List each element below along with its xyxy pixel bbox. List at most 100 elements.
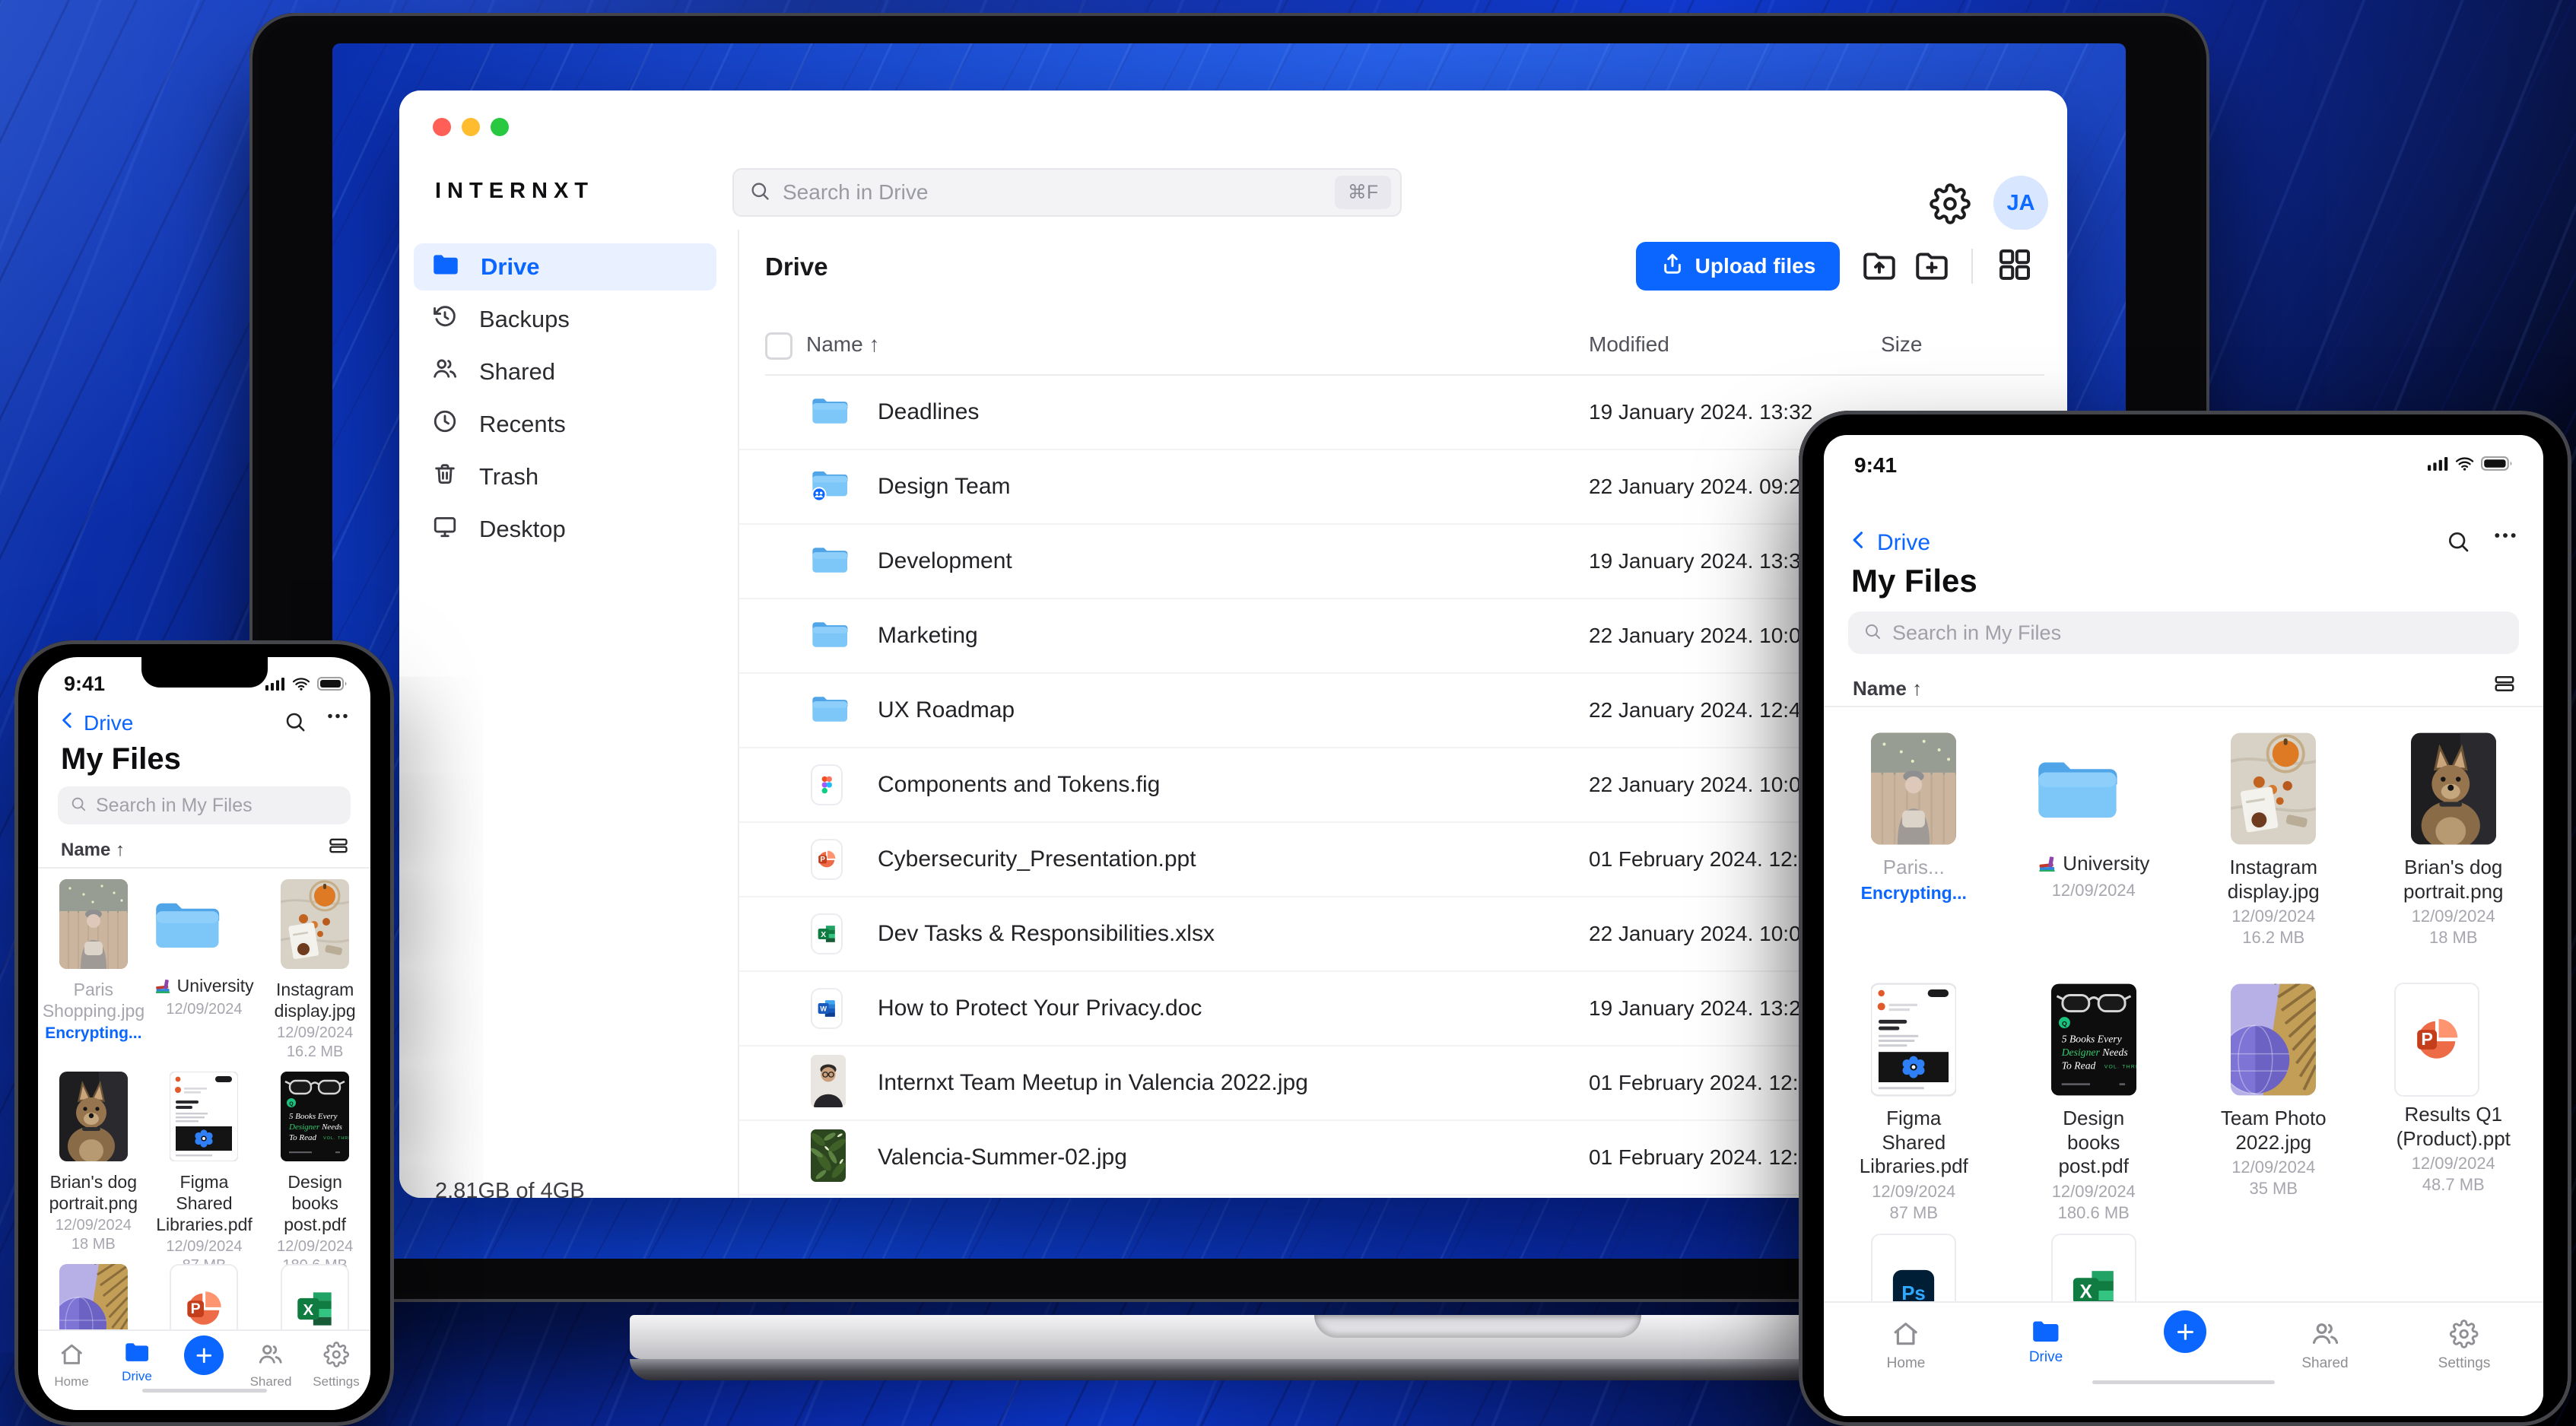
item-name: Brian's dog portrait.png: [2403, 856, 2504, 903]
sidebar-item-desktop[interactable]: Desktop: [414, 506, 716, 553]
back-to-drive-button[interactable]: Drive: [58, 710, 133, 735]
dog-thumbnail: [43, 1072, 145, 1165]
sidebar-item-backups[interactable]: Backups: [414, 296, 716, 343]
add-new-button[interactable]: [184, 1335, 224, 1375]
grid-item-paris[interactable]: Paris... Encrypting...: [1854, 710, 1973, 961]
grid-item-brian-s-dog-portrait-png[interactable]: Brian's dog portrait.png 12/09/2024 18 MB: [2394, 710, 2513, 961]
close-window-button[interactable]: [433, 118, 451, 136]
file-name: Design Team: [878, 474, 1011, 499]
search-input[interactable]: [781, 179, 1335, 205]
file-modified: 22 January 2024. 10:08: [1589, 624, 1813, 647]
sidebar-item-label: Shared: [479, 358, 555, 385]
grid-item-university[interactable]: University 12/09/2024: [2034, 710, 2153, 961]
tab-home[interactable]: Home: [1887, 1320, 1925, 1372]
grid-item-paris-shopping-jpg[interactable]: Paris Shopping.jpg Encrypting...: [43, 872, 145, 1064]
sort-by-name[interactable]: Name ↑: [61, 840, 125, 861]
search-icon[interactable]: [284, 710, 307, 737]
upload-files-button[interactable]: Upload files: [1636, 242, 1840, 291]
status-icons: [265, 677, 348, 691]
sidebar-item-drive[interactable]: Drive: [414, 243, 716, 291]
settings-gear-icon: [313, 1342, 359, 1371]
sidebar-item-recents[interactable]: Recents: [414, 401, 716, 448]
grid-item-design-books-post-pdf[interactable]: Q 5 Books Every Designer Needs To Read V…: [264, 1064, 366, 1274]
more-options-icon[interactable]: [2493, 529, 2517, 545]
teamphoto-thumbnail: [2214, 983, 2333, 1100]
minimize-window-button[interactable]: [462, 118, 480, 136]
tab-shared[interactable]: Shared: [2301, 1320, 2349, 1372]
zoom-window-button[interactable]: [491, 118, 509, 136]
file-modified: 22 January 2024. 09:25: [1589, 475, 1813, 498]
search-input[interactable]: [94, 793, 342, 818]
grid-item-design-books-post-pdf[interactable]: Q 5 Books Every Designer Needs To Read V…: [2034, 961, 2153, 1222]
tab-home[interactable]: Home: [54, 1342, 89, 1389]
file-name: How to Protect Your Privacy.doc: [878, 996, 1202, 1021]
settings-gear-icon[interactable]: [1930, 183, 1971, 224]
back-to-drive-button[interactable]: Drive: [1848, 529, 1930, 557]
drive-folder-icon: [122, 1342, 152, 1366]
upload-icon: [1660, 252, 1685, 281]
tab-drive[interactable]: Drive: [2029, 1320, 2063, 1366]
column-modified[interactable]: Modified: [1589, 332, 1669, 357]
svg-text:To Read: To Read: [289, 1133, 316, 1142]
tab-settings[interactable]: Settings: [313, 1342, 360, 1389]
table-header: Name ↑ Modified Size: [739, 332, 2067, 376]
grid-item-figma-shared-libraries-pdf[interactable]: Figma Shared Libraries.pdf12/09/202487 M…: [153, 1064, 255, 1274]
search-input[interactable]: [1891, 620, 2504, 646]
drive-search-bar[interactable]: ⌘F: [732, 168, 1402, 217]
select-all-checkbox[interactable]: [765, 332, 792, 360]
ppt-icon: P: [811, 839, 843, 880]
svg-text:Designer Needs: Designer Needs: [2060, 1046, 2127, 1058]
folder-shared-icon: [811, 468, 849, 507]
item-date: 12/09/2024: [2411, 907, 2495, 926]
list-view-icon[interactable]: [2493, 672, 2516, 699]
grid-item-figma-shared-libraries-pdf[interactable]: Figma Shared Libraries.pdf12/09/202487 M…: [1854, 961, 1973, 1222]
item-name: Instagram display.jpg: [2227, 856, 2320, 903]
drive-folder-icon: [2029, 1320, 2063, 1346]
column-name[interactable]: Name ↑: [806, 332, 879, 357]
sort-by-name[interactable]: Name ↑: [1853, 677, 1922, 700]
figma-icon: [811, 764, 843, 805]
grid-item-brian-s-dog-portrait-png[interactable]: Brian's dog portrait.png 12/09/2024 18 MB: [43, 1064, 145, 1256]
grid-item-instagram-display-jpg[interactable]: Instagram display.jpg 12/09/2024 16.2 MB: [2214, 710, 2333, 961]
file-name: Marketing: [878, 623, 978, 648]
grid-item-instagram-display-jpg[interactable]: Instagram display.jpg 12/09/2024 16.2 MB: [264, 872, 366, 1064]
file-name: Development: [878, 548, 1012, 573]
xlsx-icon: X: [811, 913, 843, 954]
tab-shared[interactable]: Shared: [250, 1342, 292, 1389]
tab-settings[interactable]: Settings: [2438, 1320, 2490, 1372]
search-bar[interactable]: [1848, 611, 2519, 654]
search-icon[interactable]: [2446, 529, 2470, 557]
paris-thumbnail: [43, 879, 145, 973]
shared-people-icon: [250, 1342, 292, 1371]
tab-drive[interactable]: Drive: [122, 1342, 152, 1384]
add-new-button[interactable]: [2164, 1310, 2206, 1353]
search-bar[interactable]: [58, 786, 351, 824]
storage-usage-label: 2.81GB of 4GB: [435, 1179, 585, 1198]
divider: [1824, 706, 2543, 707]
desktop-monitor-icon: [432, 513, 458, 545]
grid-item-results-q1-product-ppt[interactable]: P Results Q1 (Product).ppt 12/09/2024 48.7 …: [2393, 961, 2513, 1212]
sidebar-item-label: Desktop: [479, 516, 566, 542]
upload-folder-icon[interactable]: [1860, 246, 1898, 284]
item-size: 16.2 MB: [2242, 928, 2305, 948]
dog-thumbnail: [2394, 732, 2513, 850]
item-date: 12/09/2024: [2231, 1158, 2316, 1177]
sidebar-item-trash[interactable]: Trash: [414, 453, 716, 500]
more-options-icon[interactable]: [326, 710, 349, 726]
list-view-icon[interactable]: [328, 835, 349, 860]
phone-notch: [141, 657, 268, 688]
new-folder-icon[interactable]: [1913, 246, 1951, 284]
sidebar-item-shared[interactable]: Shared: [414, 348, 716, 395]
home-indicator: [142, 1389, 267, 1393]
grid-item-team-photo-2022-jpg[interactable]: Team Photo 2022.jpg 12/09/2024 35 MB: [2214, 961, 2333, 1212]
column-size[interactable]: Size: [1881, 332, 1922, 357]
user-avatar[interactable]: JA: [1993, 176, 2048, 230]
grid-view-icon[interactable]: [1996, 246, 2034, 284]
drive-folder-icon: [432, 253, 459, 281]
file-name: Deadlines: [878, 399, 980, 424]
file-name: Valencia-Summer-02.jpg: [878, 1145, 1127, 1170]
laptop-lid-notch: [1314, 1315, 1641, 1338]
svg-text:To Read: To Read: [2061, 1060, 2095, 1072]
grid-item-university[interactable]: University 12/09/2024: [153, 872, 255, 1064]
sidebar: Drive Backups Shared Recents Trash Desktop 2.…: [399, 230, 739, 1198]
